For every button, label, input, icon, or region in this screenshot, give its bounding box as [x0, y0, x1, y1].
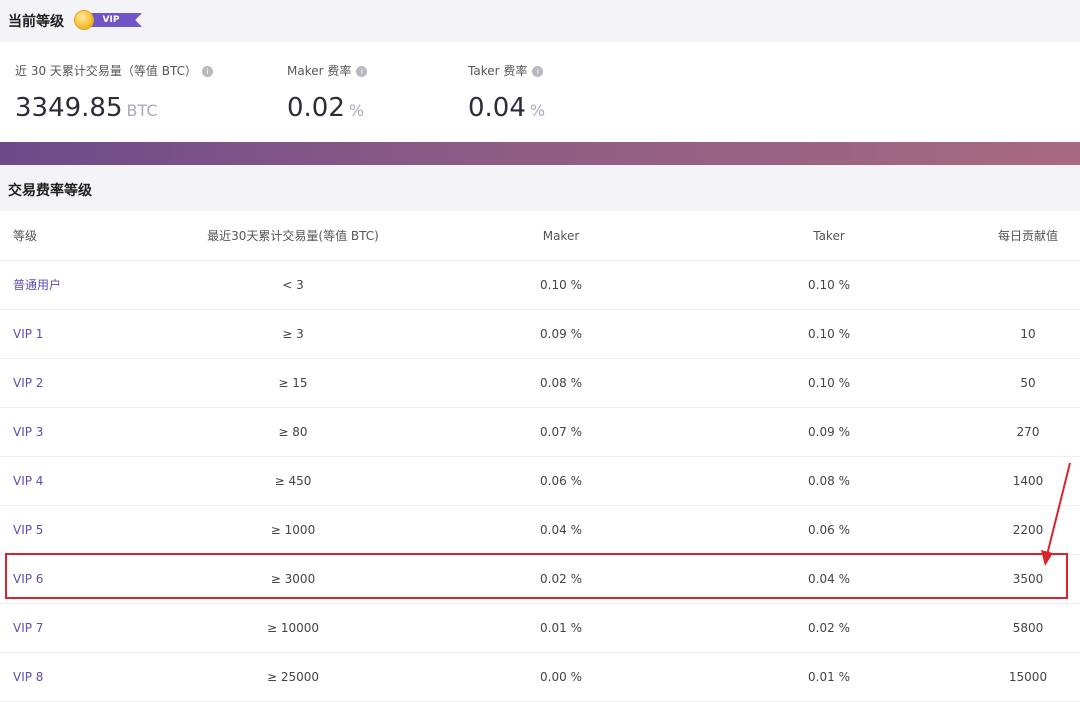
- row-maker: 0.07 %: [540, 425, 582, 439]
- stat-maker: Maker 费率 i 0.02%: [287, 62, 368, 123]
- current-level-bar: 当前等级 VIP: [0, 0, 1080, 42]
- row-level: 普通用户: [13, 278, 62, 292]
- info-icon[interactable]: i: [356, 66, 368, 77]
- header-contribution: 每日贡献值: [997, 229, 1059, 243]
- table-row: VIP 2 ≥ 15 0.08 % 0.10 % 50: [0, 359, 1080, 408]
- stat-taker-unit: %: [529, 101, 546, 120]
- row-volume: ≥ 1000: [270, 523, 316, 537]
- stat-maker-value-row: 0.02%: [287, 93, 367, 123]
- fee-section-header: 交易费率等级: [0, 165, 1080, 211]
- vip-badge: VIP: [74, 9, 144, 31]
- row-maker: 0.00 %: [540, 670, 582, 684]
- stat-maker-value: 0.02: [287, 93, 345, 123]
- header-maker: Maker: [542, 229, 580, 243]
- table-header-row: 等级 最近30天累计交易量(等值 BTC) Maker Taker 每日贡献值: [0, 212, 1080, 261]
- gradient-banner: [0, 142, 1080, 165]
- row-volume: ≥ 80: [278, 425, 308, 439]
- stat-volume: 近 30 天累计交易量（等值 BTC） i 3349.85 BTC: [15, 62, 213, 123]
- row-taker: 0.08 %: [808, 474, 850, 488]
- row-maker: 0.01 %: [540, 621, 582, 635]
- row-taker: 0.09 %: [808, 425, 850, 439]
- row-level: VIP 1: [13, 327, 44, 341]
- row-contribution: 1400: [1012, 474, 1044, 488]
- vip-badge-label: VIP: [102, 15, 120, 25]
- row-contribution: 15000: [1008, 670, 1048, 684]
- stat-taker: Taker 费率 i 0.04%: [468, 62, 545, 123]
- stat-maker-label-row: Maker 费率 i: [287, 62, 368, 79]
- row-taker: 0.10 %: [808, 278, 850, 292]
- stat-volume-value-row: 3349.85 BTC: [15, 93, 213, 123]
- highlight-box: [5, 553, 1068, 599]
- row-volume: < 3: [282, 278, 304, 292]
- header-taker: Taker: [813, 229, 845, 243]
- row-contribution: 50: [1020, 376, 1036, 390]
- stat-volume-label: 近 30 天累计交易量（等值 BTC）: [15, 64, 197, 78]
- row-level: VIP 7: [13, 621, 44, 635]
- row-volume: ≥ 3: [282, 327, 304, 341]
- row-taker: 0.10 %: [808, 327, 850, 341]
- header-level: 等级: [13, 229, 38, 243]
- stats-panel: 近 30 天累计交易量（等值 BTC） i 3349.85 BTC Maker 费率…: [0, 62, 1080, 132]
- row-level: VIP 8: [13, 670, 44, 684]
- stat-maker-label: Maker 费率: [287, 64, 352, 78]
- row-contribution: 2200: [1012, 523, 1044, 537]
- row-volume: ≥ 25000: [266, 670, 320, 684]
- stat-taker-value-row: 0.04%: [468, 93, 545, 123]
- row-maker: 0.08 %: [540, 376, 582, 390]
- header-volume: 最近30天累计交易量(等值 BTC): [207, 229, 379, 243]
- stat-volume-label-row: 近 30 天累计交易量（等值 BTC） i: [15, 62, 213, 79]
- table-row: VIP 5 ≥ 1000 0.04 % 0.06 % 2200: [0, 506, 1080, 555]
- stat-taker-label: Taker 费率: [468, 64, 528, 78]
- row-maker: 0.06 %: [540, 474, 582, 488]
- medal-icon: [74, 10, 94, 30]
- row-taker: 0.10 %: [808, 376, 850, 390]
- row-contribution: 10: [1020, 327, 1036, 341]
- stat-volume-unit: BTC: [126, 101, 158, 120]
- row-volume: ≥ 15: [278, 376, 308, 390]
- row-maker: 0.10 %: [540, 278, 582, 292]
- table-row: VIP 1 ≥ 3 0.09 % 0.10 % 10: [0, 310, 1080, 359]
- stat-maker-unit: %: [348, 101, 365, 120]
- table-row: VIP 3 ≥ 80 0.07 % 0.09 % 270: [0, 408, 1080, 457]
- table-row: VIP 7 ≥ 10000 0.01 % 0.02 % 5800: [0, 604, 1080, 653]
- row-taker: 0.02 %: [808, 621, 850, 635]
- row-volume: ≥ 450: [274, 474, 312, 488]
- row-level: VIP 2: [13, 376, 44, 390]
- row-contribution: 270: [1016, 425, 1040, 439]
- vip-ribbon: VIP: [86, 13, 142, 27]
- stat-volume-value: 3349.85: [15, 93, 123, 123]
- info-icon[interactable]: i: [532, 66, 544, 77]
- fee-table: 等级 最近30天累计交易量(等值 BTC) Maker Taker 每日贡献值 …: [0, 212, 1080, 702]
- stat-taker-value: 0.04: [468, 93, 526, 123]
- row-level: VIP 5: [13, 523, 44, 537]
- row-taker: 0.01 %: [808, 670, 850, 684]
- stat-taker-label-row: Taker 费率 i: [468, 62, 545, 79]
- row-level: VIP 4: [13, 474, 44, 488]
- fee-section-title: 交易费率等级: [8, 183, 92, 199]
- row-level: VIP 3: [13, 425, 44, 439]
- info-icon[interactable]: i: [201, 66, 213, 77]
- row-maker: 0.04 %: [540, 523, 582, 537]
- table-row: VIP 4 ≥ 450 0.06 % 0.08 % 1400: [0, 457, 1080, 506]
- row-contribution: 5800: [1012, 621, 1044, 635]
- row-taker: 0.06 %: [808, 523, 850, 537]
- row-volume: ≥ 10000: [266, 621, 320, 635]
- current-level-title: 当前等级: [8, 14, 64, 30]
- table-row: 普通用户 < 3 0.10 % 0.10 %: [0, 261, 1080, 310]
- table-row: VIP 8 ≥ 25000 0.00 % 0.01 % 15000: [0, 653, 1080, 702]
- row-maker: 0.09 %: [540, 327, 582, 341]
